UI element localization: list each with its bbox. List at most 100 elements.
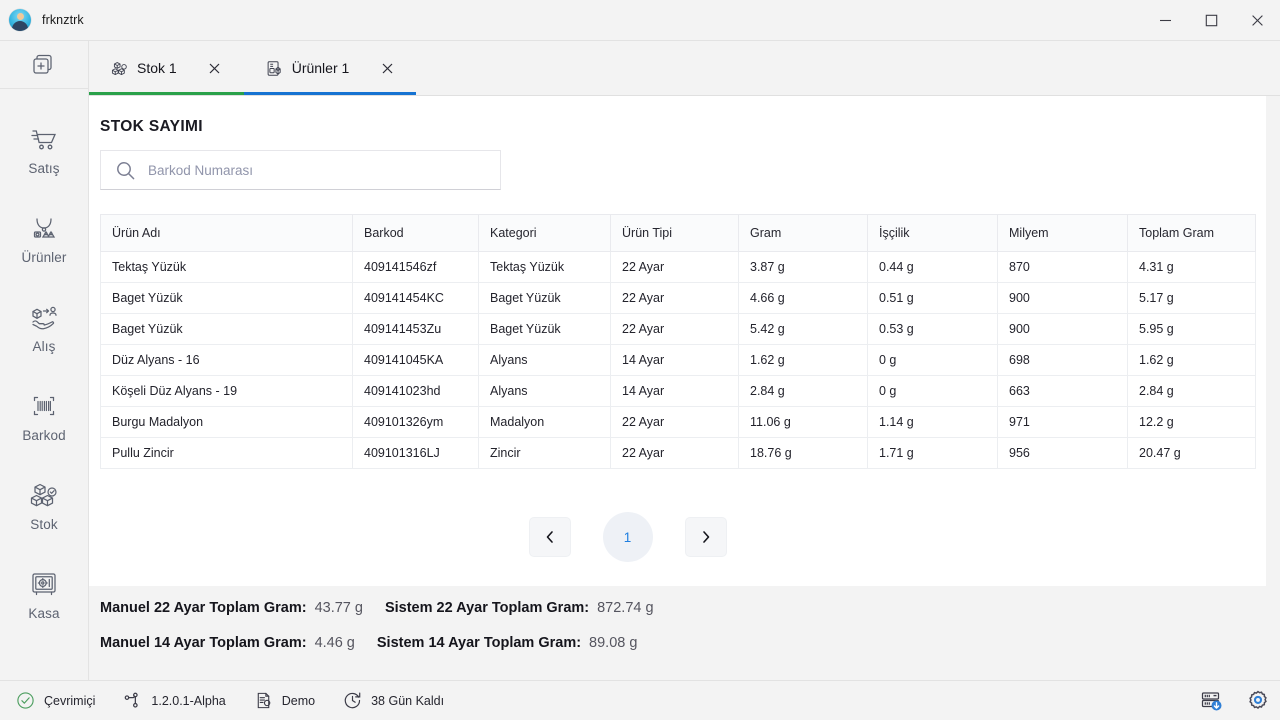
maximize-button[interactable] xyxy=(1188,0,1234,40)
status-bar-right xyxy=(1200,689,1270,713)
cell-kategori: Alyans xyxy=(478,344,611,376)
column-header-urun-tipi[interactable]: Ürün Tipi xyxy=(610,214,739,252)
status-connection[interactable]: Çevrimiçi xyxy=(16,691,95,710)
table-row[interactable]: Köşeli Düz Alyans - 19 409141023hd Alyan… xyxy=(100,375,1256,407)
cell-barkod: 409141023hd xyxy=(352,375,479,407)
cell-iscilik: 0.44 g xyxy=(867,251,998,283)
table-row[interactable]: Pullu Zincir 409101316LJ Zincir 22 Ayar … xyxy=(100,437,1256,469)
tab-label: Stok 1 xyxy=(137,60,177,76)
cell-gram: 11.06 g xyxy=(738,406,868,438)
barcode-icon xyxy=(33,396,55,415)
cell-gram: 2.84 g xyxy=(738,375,868,407)
cell-gram: 1.62 g xyxy=(738,344,868,376)
table-row[interactable]: Düz Alyans - 16 409141045KA Alyans 14 Ay… xyxy=(100,344,1256,376)
search-input[interactable] xyxy=(148,151,486,189)
cell-kategori: Tektaş Yüzük xyxy=(478,251,611,283)
table-container: Ürün Adı Barkod Kategori Ürün Tipi Gram … xyxy=(89,190,1266,469)
manuel-22-value: 43.77 g xyxy=(314,600,363,616)
table-header: Ürün Adı Barkod Kategori Ürün Tipi Gram … xyxy=(100,214,1256,252)
cell-urun-adi: Düz Alyans - 16 xyxy=(100,344,353,376)
cell-toplam-gram: 4.31 g xyxy=(1127,251,1256,283)
cell-toplam-gram: 2.84 g xyxy=(1127,375,1256,407)
manuel-14-value: 4.46 g xyxy=(314,635,355,651)
table-row[interactable]: Burgu Madalyon 409101326ym Madalyon 22 A… xyxy=(100,406,1256,438)
sidebar-nav: Satış Ürünler Alış Barkod Stok Kasa xyxy=(0,89,88,639)
cell-urun-adi: Burgu Madalyon xyxy=(100,406,353,438)
cell-toplam-gram: 20.47 g xyxy=(1127,437,1256,469)
status-days-remaining[interactable]: 38 Gün Kaldı xyxy=(343,691,444,710)
stock-boxes-icon xyxy=(111,61,127,75)
status-label: 1.2.0.1-Alpha xyxy=(151,693,226,708)
cell-urun-tipi: 22 Ayar xyxy=(610,406,739,438)
pagination-prev-button[interactable] xyxy=(528,517,571,557)
stock-count-card: STOK SAYIMI Barkod Numarası Ürün Adı Bar… xyxy=(89,96,1266,586)
cell-barkod: 409101326ym xyxy=(352,406,479,438)
column-header-milyem[interactable]: Milyem xyxy=(997,214,1128,252)
jewelry-necklace-icon xyxy=(33,217,56,238)
summary-row-22-ayar: Manuel 22 Ayar Toplam Gram: 43.77 g Sist… xyxy=(100,600,1280,635)
column-header-gram[interactable]: Gram xyxy=(738,214,868,252)
database-download-icon[interactable] xyxy=(1200,689,1224,713)
add-tab-button[interactable] xyxy=(0,41,89,89)
tab-close-button[interactable] xyxy=(374,55,400,81)
tab-stok-1[interactable]: Stok 1 xyxy=(89,41,244,95)
sistem-14-value: 89.08 g xyxy=(589,635,638,651)
sidebar-item-alis[interactable]: Alış xyxy=(0,283,89,372)
git-branch-icon xyxy=(125,692,139,708)
cell-barkod: 409141454KC xyxy=(352,282,479,314)
column-header-barkod[interactable]: Barkod xyxy=(352,214,479,252)
search-box[interactable] xyxy=(100,150,501,190)
manuel-14-label: Manuel 14 Ayar Toplam Gram: xyxy=(100,635,307,651)
cell-iscilik: 0.51 g xyxy=(867,282,998,314)
cell-kategori: Madalyon xyxy=(478,406,611,438)
clock-refresh-icon xyxy=(344,692,361,709)
sidebar-item-label: Stok xyxy=(30,516,58,532)
gear-icon[interactable] xyxy=(1246,689,1270,713)
cell-kategori: Alyans xyxy=(478,375,611,407)
minimize-button[interactable] xyxy=(1142,0,1188,40)
cell-milyem: 971 xyxy=(997,406,1128,438)
sidebar-item-kasa[interactable]: Kasa xyxy=(0,550,89,639)
status-bar: Çevrimiçi 1.2.0.1-Alpha Demo 38 Gün Kald… xyxy=(0,680,1280,720)
close-button[interactable] xyxy=(1234,0,1280,40)
cell-iscilik: 0 g xyxy=(867,344,998,376)
cell-gram: 3.87 g xyxy=(738,251,868,283)
tab-label: Ürünler 1 xyxy=(291,60,350,76)
shopping-cart-icon xyxy=(31,129,56,149)
column-header-urun-adi[interactable]: Ürün Adı xyxy=(100,214,353,252)
cell-milyem: 900 xyxy=(997,313,1128,345)
page-title: STOK SAYIMI xyxy=(100,118,203,135)
cell-iscilik: 1.71 g xyxy=(867,437,998,469)
title-bar: frknztrk xyxy=(0,0,1280,40)
cell-toplam-gram: 5.95 g xyxy=(1127,313,1256,345)
cell-milyem: 870 xyxy=(997,251,1128,283)
chevron-right-icon xyxy=(702,531,709,543)
table-body: Tektaş Yüzük 409141546zf Tektaş Yüzük 22… xyxy=(100,251,1256,469)
table-row[interactable]: Baget Yüzük 409141453Zu Baget Yüzük 22 A… xyxy=(100,313,1256,345)
cell-milyem: 956 xyxy=(997,437,1128,469)
sidebar-item-label: Satış xyxy=(28,160,60,176)
tab-close-button[interactable] xyxy=(202,55,228,81)
column-header-kategori[interactable]: Kategori xyxy=(478,214,611,252)
check-circle-icon xyxy=(17,692,34,709)
status-version[interactable]: 1.2.0.1-Alpha xyxy=(123,691,226,710)
column-header-toplam-gram[interactable]: Toplam Gram xyxy=(1127,214,1256,252)
cell-milyem: 663 xyxy=(997,375,1128,407)
tab-urunler-1[interactable]: Ürünler 1 xyxy=(243,41,417,95)
sidebar-item-urunler[interactable]: Ürünler xyxy=(0,194,89,283)
status-label: Demo xyxy=(281,693,316,708)
pagination-next-button[interactable] xyxy=(684,517,727,557)
table-row[interactable]: Baget Yüzük 409141454KC Baget Yüzük 22 A… xyxy=(100,282,1256,314)
cell-kategori: Baget Yüzük xyxy=(478,282,611,314)
chevron-left-icon xyxy=(546,531,553,543)
purchase-hand-box-icon xyxy=(32,306,57,329)
sidebar-item-barkod[interactable]: Barkod xyxy=(0,372,89,461)
status-license[interactable]: Demo xyxy=(254,691,315,710)
table-row[interactable]: Tektaş Yüzük 409141546zf Tektaş Yüzük 22… xyxy=(100,251,1256,283)
pagination-page-1[interactable]: 1 xyxy=(602,512,653,562)
column-header-iscilik[interactable]: İşçilik xyxy=(867,214,998,252)
summary-section: Manuel 22 Ayar Toplam Gram: 43.77 g Sist… xyxy=(89,586,1280,680)
cell-urun-tipi: 22 Ayar xyxy=(610,282,739,314)
sidebar-item-satis[interactable]: Satış xyxy=(0,105,89,194)
sidebar-item-stok[interactable]: Stok xyxy=(0,461,89,550)
